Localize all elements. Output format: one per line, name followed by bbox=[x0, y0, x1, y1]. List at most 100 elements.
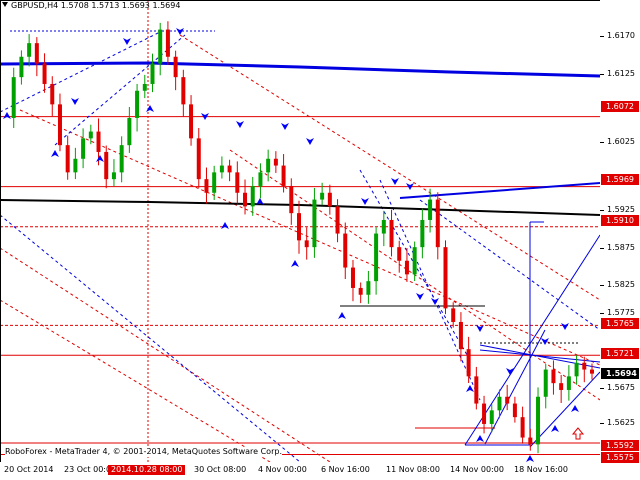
candle-body bbox=[381, 219, 386, 234]
candle-body bbox=[258, 172, 263, 186]
time-label: 20 Oct 2014 bbox=[4, 465, 54, 474]
candle-body bbox=[582, 362, 587, 370]
fan-line bbox=[479, 349, 600, 363]
candle-body bbox=[543, 369, 548, 397]
candle-body bbox=[50, 83, 55, 105]
wave-arrow-down-icon bbox=[561, 323, 569, 330]
wave-arrow-down-icon bbox=[361, 198, 369, 205]
chart-window[interactable]: GBPUSD,H4 1.5708 1.5713 1.5693 1.5694 Ro… bbox=[0, 0, 640, 480]
candle-body bbox=[34, 43, 39, 64]
wave-arrow-up-icon bbox=[96, 155, 104, 162]
wave-arrow-up-icon bbox=[146, 105, 154, 112]
candle-body bbox=[327, 192, 332, 207]
candle-body bbox=[235, 172, 240, 193]
wave-arrow-up-icon bbox=[551, 425, 559, 432]
symbol-label: GBPUSD,H4 bbox=[11, 1, 59, 10]
price-tick-mark bbox=[600, 248, 604, 249]
candle-body bbox=[590, 369, 594, 374]
wave-arrow-down-icon bbox=[281, 123, 289, 130]
price-tick: 1.6025 bbox=[607, 137, 635, 146]
wave-arrow-up-icon bbox=[221, 222, 229, 229]
price-tick: 1.5925 bbox=[607, 205, 635, 214]
candle-body bbox=[65, 145, 70, 173]
candle-body bbox=[219, 165, 224, 173]
candle-body bbox=[204, 179, 209, 193]
candle-body bbox=[150, 63, 155, 84]
open-value: 1.5708 bbox=[60, 1, 89, 10]
channel-line bbox=[19, 109, 600, 366]
candle-body bbox=[505, 396, 510, 404]
candle-body bbox=[297, 213, 301, 241]
candle-body bbox=[574, 362, 579, 377]
candle-body bbox=[404, 260, 409, 275]
price-tick: 1.6125 bbox=[607, 69, 635, 78]
trend-dashed-line bbox=[0, 214, 301, 462]
wave-arrow-up-icon bbox=[526, 455, 534, 462]
time-label-highlighted: 2014.10.28 08:00 bbox=[108, 465, 186, 475]
candle-body bbox=[358, 287, 363, 295]
chart-plot-area[interactable]: GBPUSD,H4 1.5708 1.5713 1.5693 1.5694 Ro… bbox=[0, 0, 600, 462]
price-tick-mark bbox=[600, 74, 604, 75]
long-blue-trendline bbox=[0, 61, 600, 78]
price-tick-mark bbox=[600, 142, 604, 143]
wave-arrow-down-icon bbox=[541, 338, 549, 345]
candle-body bbox=[350, 267, 355, 288]
price-tick-mark bbox=[600, 285, 604, 286]
fan-line bbox=[529, 371, 600, 448]
price-tick: 1.5775 bbox=[607, 308, 635, 317]
wave-arrow-up-icon bbox=[466, 385, 474, 392]
close-value: 1.5694 bbox=[152, 1, 181, 10]
candle-body bbox=[27, 43, 32, 57]
copyright-text: RoboForex - MetaTrader 4, © 2001-2014, M… bbox=[5, 447, 282, 457]
wave-arrow-down-icon bbox=[476, 325, 484, 332]
candle-body bbox=[566, 376, 571, 390]
level-tag: 1.5969 bbox=[601, 174, 639, 185]
price-tick: 1.6170 bbox=[607, 31, 635, 40]
candle-body bbox=[165, 29, 170, 57]
candle-body bbox=[42, 63, 47, 84]
wave-arrow-up-icon bbox=[291, 260, 299, 267]
high-value: 1.5713 bbox=[91, 1, 120, 10]
candle-body bbox=[119, 145, 124, 173]
wave-arrow-down-icon bbox=[123, 38, 131, 45]
candle-body bbox=[96, 131, 101, 152]
candle-body bbox=[474, 376, 479, 404]
candle-body bbox=[397, 247, 402, 261]
candle-body bbox=[366, 281, 371, 295]
buy-arrow-up-icon bbox=[571, 427, 585, 440]
wave-arrow-up-icon bbox=[3, 112, 11, 119]
candle-body bbox=[412, 247, 417, 275]
candle-body bbox=[435, 199, 440, 248]
low-value: 1.5693 bbox=[121, 1, 150, 10]
symbol-dropdown-icon[interactable] bbox=[2, 2, 8, 7]
candle-body bbox=[127, 117, 132, 146]
candle-body bbox=[181, 77, 186, 105]
candle-body bbox=[142, 83, 147, 91]
wave-arrow-down-icon bbox=[306, 138, 314, 145]
candle-body bbox=[19, 56, 24, 78]
chart-svg bbox=[0, 0, 600, 462]
candle-body bbox=[497, 396, 502, 411]
price-tick: 1.5675 bbox=[607, 383, 635, 392]
price-tick-mark bbox=[600, 388, 604, 389]
candle-body bbox=[451, 308, 456, 322]
price-tick: 1.5625 bbox=[607, 418, 635, 427]
price-tick: 1.5875 bbox=[607, 243, 635, 252]
wave-arrow-down-icon bbox=[431, 298, 439, 305]
time-label: 11 Nov 08:00 bbox=[386, 465, 440, 474]
level-tag: 1.5592 bbox=[601, 440, 639, 451]
candle-body bbox=[528, 437, 533, 445]
wave-arrow-down-icon bbox=[71, 98, 79, 105]
price-axis[interactable]: 1.6170 1.6125 1.6025 1.5925 1.5875 1.582… bbox=[600, 0, 640, 463]
candle-body bbox=[343, 233, 348, 268]
level-tag: 1.5721 bbox=[601, 348, 639, 359]
time-axis[interactable]: 20 Oct 2014 23 Oct 00:00 2014.10.28 08:0… bbox=[0, 462, 600, 480]
candle-body bbox=[273, 158, 278, 166]
candle-body bbox=[536, 396, 541, 445]
candle-body bbox=[57, 104, 62, 146]
wave-arrow-up-icon bbox=[51, 150, 59, 157]
candle-body bbox=[443, 247, 448, 309]
candle-body bbox=[212, 172, 217, 193]
candle-body bbox=[111, 172, 116, 180]
wave-arrow-down-icon bbox=[416, 293, 424, 300]
